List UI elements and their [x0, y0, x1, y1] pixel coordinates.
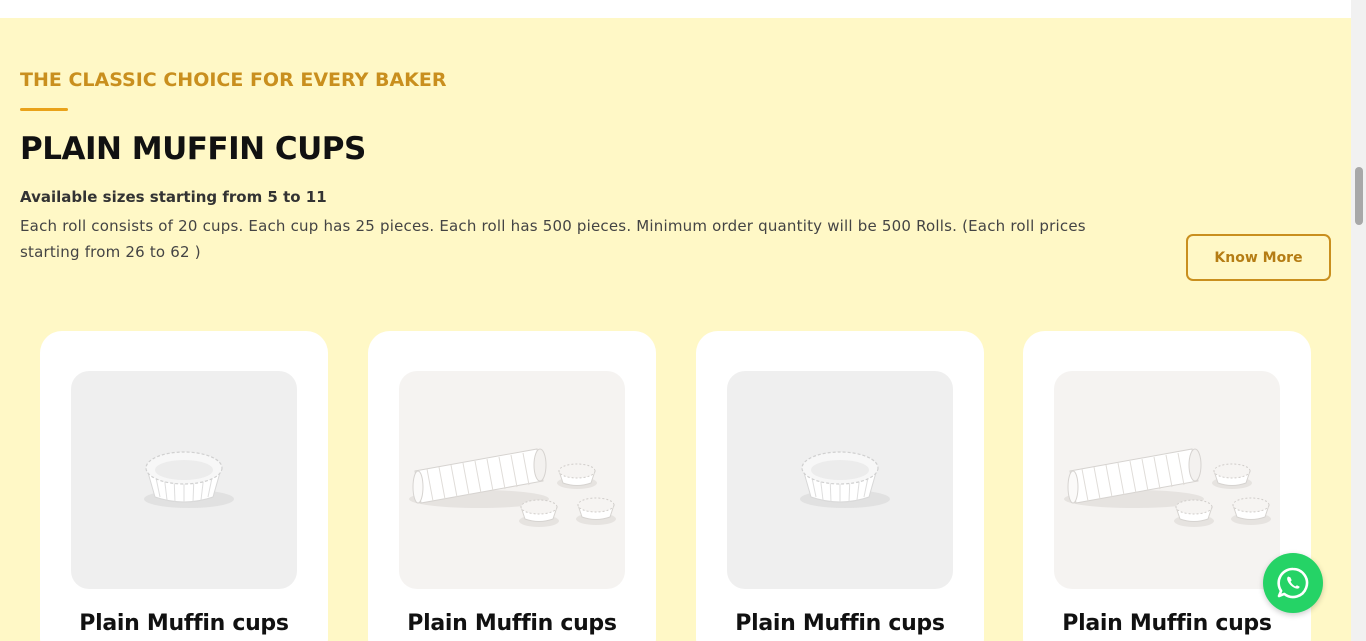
product-name[interactable]: Plain Muffin cups [40, 611, 328, 636]
product-image-cup-roll[interactable] [1054, 371, 1280, 589]
product-name[interactable]: Plain Muffin cups [368, 611, 656, 636]
section-eyebrow: THE CLASSIC CHOICE FOR EVERY BAKER [20, 69, 447, 91]
section-description: Each roll consists of 20 cups. Each cup … [20, 217, 1086, 261]
product-name[interactable]: Plain Muffin cups [696, 611, 984, 636]
product-image-single-cup[interactable] [727, 371, 953, 589]
product-image-single-cup[interactable] [71, 371, 297, 589]
product-image-cup-roll[interactable] [399, 371, 625, 589]
product-card[interactable]: Plain Muffin cups [696, 331, 984, 641]
scrollbar-thumb[interactable] [1355, 167, 1363, 225]
available-sizes: Available sizes starting from 5 to 11 [20, 188, 327, 206]
top-header-bar [0, 0, 1351, 18]
product-section: THE CLASSIC CHOICE FOR EVERY BAKER PLAIN… [0, 18, 1351, 641]
page-scrollbar[interactable] [1351, 0, 1366, 641]
product-card[interactable]: Plain Muffin cups [368, 331, 656, 641]
section-title: PLAIN MUFFIN CUPS [20, 131, 366, 167]
whatsapp-chat-button[interactable] [1263, 553, 1323, 613]
know-more-button[interactable]: Know More [1186, 234, 1331, 281]
eyebrow-underline [20, 108, 68, 111]
whatsapp-icon [1277, 567, 1309, 599]
product-name[interactable]: Plain Muffin cups [1023, 611, 1311, 636]
product-card[interactable]: Plain Muffin cups [40, 331, 328, 641]
